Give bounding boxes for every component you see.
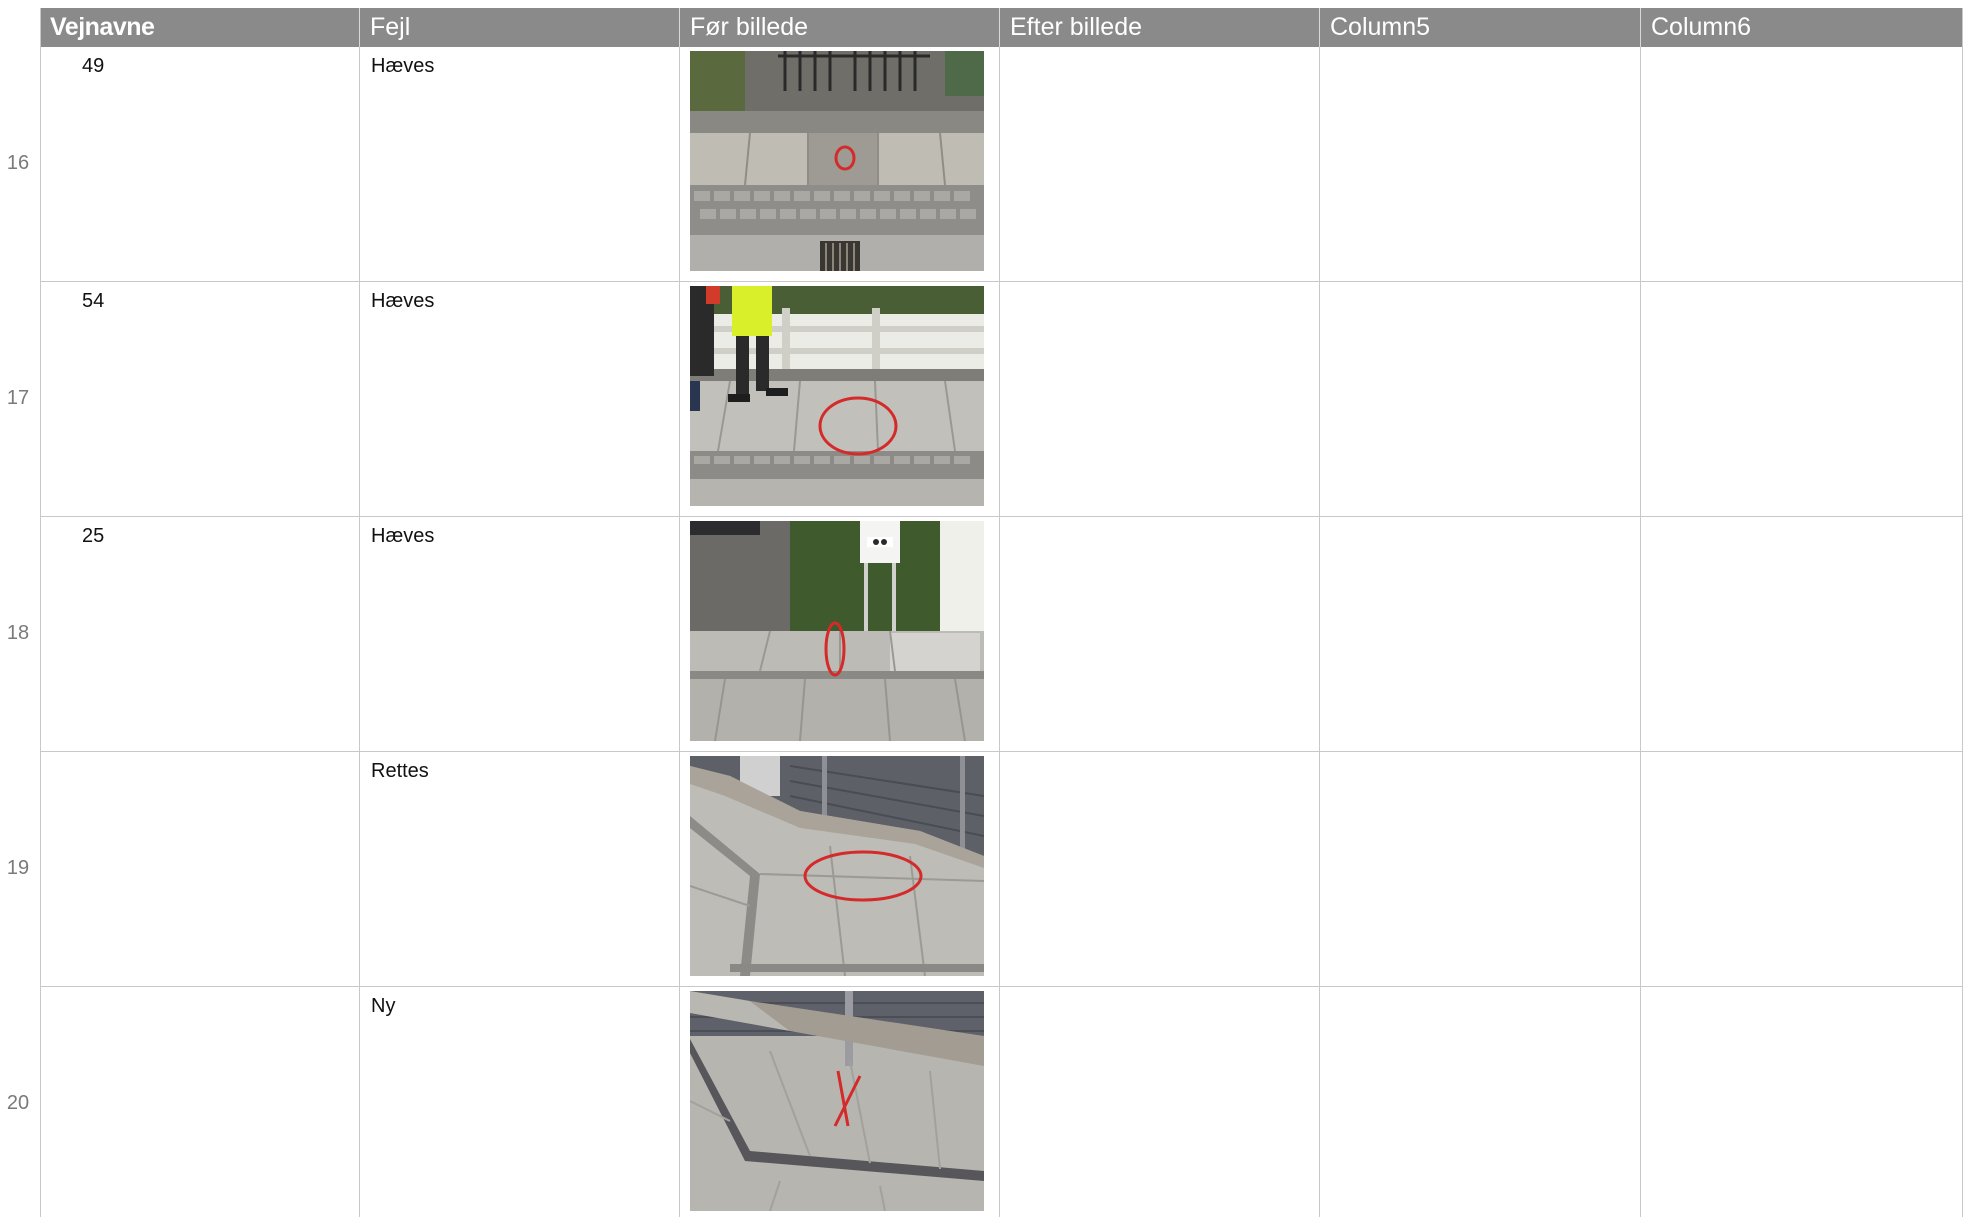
cell-fejl[interactable]: Hæves	[360, 47, 680, 281]
cell-column6[interactable]	[1641, 517, 1963, 751]
cell-text: 25	[82, 525, 105, 547]
cell-text: Hæves	[371, 525, 435, 547]
cell-vejnavne[interactable]: 25	[40, 517, 360, 751]
cell-column5[interactable]	[1320, 47, 1641, 281]
cell-vejnavne[interactable]	[40, 987, 360, 1217]
cell-fejl[interactable]: Rettes	[360, 752, 680, 986]
before-photo[interactable]	[690, 756, 984, 976]
cell-column5[interactable]	[1320, 517, 1641, 751]
cell-foer-billede[interactable]	[680, 517, 1000, 751]
row-number[interactable]: 20	[0, 1092, 36, 1115]
cell-fejl[interactable]: Hæves	[360, 517, 680, 751]
cell-foer-billede[interactable]	[680, 752, 1000, 986]
cell-efter-billede[interactable]	[1000, 47, 1320, 281]
cell-column6[interactable]	[1641, 987, 1963, 1217]
header-row: Vejnavne Fejl Før billede Efter billede …	[40, 8, 1963, 47]
row-cells: Ny	[40, 987, 1963, 1217]
table-row: 20 Ny	[0, 987, 1966, 1217]
cell-column5[interactable]	[1320, 752, 1641, 986]
cell-text: Hæves	[371, 290, 435, 312]
before-photo[interactable]	[690, 991, 984, 1211]
cell-foer-billede[interactable]	[680, 47, 1000, 281]
cell-column6[interactable]	[1641, 47, 1963, 281]
column-header-column5[interactable]: Column5	[1320, 8, 1641, 47]
spreadsheet: Vejnavne Fejl Før billede Efter billede …	[0, 0, 1966, 1217]
cell-vejnavne[interactable]: 49	[40, 47, 360, 281]
table-row: 17 54 Hæves	[0, 282, 1966, 517]
row-cells: 49 Hæves	[40, 47, 1963, 282]
table-row: 18 25 Hæves	[0, 517, 1966, 752]
row-number[interactable]: 16	[0, 152, 36, 175]
cell-column5[interactable]	[1320, 282, 1641, 516]
cell-text: Rettes	[371, 760, 429, 782]
before-photo[interactable]	[690, 51, 984, 271]
cell-foer-billede[interactable]	[680, 282, 1000, 516]
cell-efter-billede[interactable]	[1000, 517, 1320, 751]
cell-fejl[interactable]: Hæves	[360, 282, 680, 516]
cell-column6[interactable]	[1641, 282, 1963, 516]
row-number[interactable]: 18	[0, 622, 36, 645]
cell-column5[interactable]	[1320, 987, 1641, 1217]
row-cells: Rettes	[40, 752, 1963, 987]
cell-vejnavne[interactable]: 54	[40, 282, 360, 516]
cell-fejl[interactable]: Ny	[360, 987, 680, 1217]
column-header-efter-billede[interactable]: Efter billede	[1000, 8, 1320, 47]
cell-efter-billede[interactable]	[1000, 987, 1320, 1217]
row-cells: 25 Hæves	[40, 517, 1963, 752]
cell-text: Ny	[371, 995, 396, 1017]
before-photo[interactable]	[690, 521, 984, 741]
table-row: 19 Rettes	[0, 752, 1966, 987]
column-header-vejnavne[interactable]: Vejnavne	[40, 8, 360, 47]
cell-vejnavne[interactable]	[40, 752, 360, 986]
cell-text: 54	[82, 290, 105, 312]
cell-efter-billede[interactable]	[1000, 282, 1320, 516]
column-header-foer-billede[interactable]: Før billede	[680, 8, 1000, 47]
cell-efter-billede[interactable]	[1000, 752, 1320, 986]
cell-text: 49	[82, 55, 105, 77]
row-number[interactable]: 19	[0, 857, 36, 880]
cell-column6[interactable]	[1641, 752, 1963, 986]
column-header-fejl[interactable]: Fejl	[360, 8, 680, 47]
cell-text: Hæves	[371, 55, 435, 77]
cell-foer-billede[interactable]	[680, 987, 1000, 1217]
row-cells: 54 Hæves	[40, 282, 1963, 517]
before-photo[interactable]	[690, 286, 984, 506]
column-header-column6[interactable]: Column6	[1641, 8, 1963, 47]
row-number[interactable]: 17	[0, 387, 36, 410]
table-row: 16 49 Hæves	[0, 47, 1966, 282]
